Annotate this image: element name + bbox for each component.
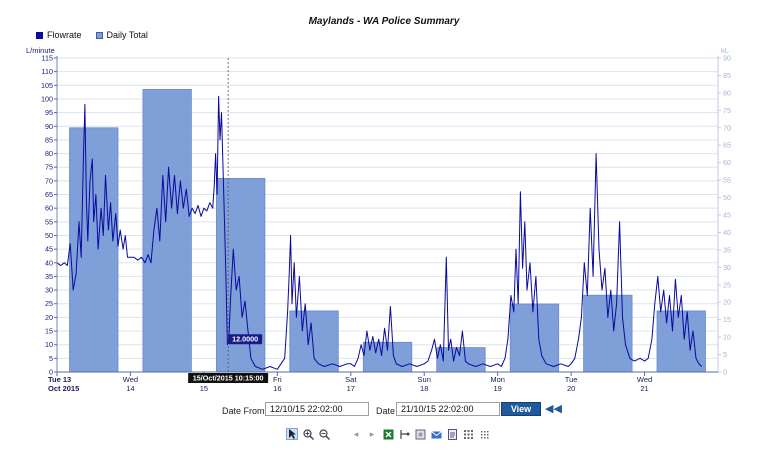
y-left-tick-label: 55	[45, 217, 53, 226]
chart-toolbar: ◂ ▸	[286, 427, 490, 441]
y-left-tick-label: 65	[45, 190, 53, 199]
y-right-tick-label: 75	[723, 106, 731, 115]
x-tick-label-date: 21	[640, 384, 648, 393]
legend: Flowrate Daily Total	[36, 30, 148, 40]
pointer-icon[interactable]	[286, 428, 298, 440]
y-left-tick-label: 10	[45, 340, 53, 349]
y-right-tick-label: 60	[723, 158, 731, 167]
crosshair-date-label: 15/Oct/2015 10:15:00	[193, 374, 264, 383]
daily-total-bar	[509, 303, 560, 373]
x-tick-label-day: Fri	[273, 375, 282, 384]
y-right-tick-label: 45	[723, 211, 731, 220]
y-right-tick-label: 5	[723, 350, 727, 359]
y-left-tick-label: 30	[45, 286, 53, 295]
y-right-tick-label: 50	[723, 193, 731, 202]
chart-title: Maylands - WA Police Summary	[308, 16, 460, 27]
connector-icon[interactable]	[398, 428, 410, 440]
legend-label-daily-total: Daily Total	[106, 30, 148, 40]
x-tick-label-date: 15	[200, 384, 208, 393]
zoom-out-icon[interactable]	[318, 428, 330, 440]
grid-icon[interactable]	[462, 428, 474, 440]
tooltip-value: 12.0000	[232, 335, 258, 344]
x-tick-label-day: Tue 13	[48, 375, 71, 384]
y-right-tick-label: 15	[723, 315, 731, 324]
y-left-tick-label: 50	[45, 231, 53, 240]
report-icon[interactable]	[446, 428, 458, 440]
prev-icon[interactable]: ◂	[350, 428, 362, 440]
x-tick-label-day: Sun	[418, 375, 431, 384]
y-left-tick-label: 110	[42, 67, 53, 76]
x-tick-label-date: 20	[567, 384, 575, 393]
y-right-tick-label: 35	[723, 245, 731, 254]
y-left-tick-label: 70	[45, 176, 53, 185]
x-tick-label-day: Tue	[565, 375, 578, 384]
y-right-tick-label: 55	[723, 176, 731, 185]
y-right-tick-label: 85	[723, 71, 731, 80]
excel-export-icon[interactable]	[382, 428, 394, 440]
x-tick-label-day: Sat	[345, 375, 357, 384]
y-left-tick-label: 75	[45, 163, 53, 172]
y-left-tick-label: 35	[45, 272, 53, 281]
daily-total-bar	[142, 89, 192, 373]
legend-item-daily-total[interactable]: Daily Total	[95, 30, 148, 40]
legend-label-flowrate: Flowrate	[47, 30, 82, 40]
y-left-tick-label: 45	[45, 245, 53, 254]
y-left-tick-label: 60	[45, 204, 53, 213]
x-tick-label-day: Wed	[123, 375, 138, 384]
y-left-axis-label: L/minute	[26, 46, 55, 55]
y-right-tick-label: 65	[723, 141, 731, 150]
date-from-label: Date From:	[222, 406, 268, 416]
print-preview-icon[interactable]	[414, 428, 426, 440]
y-right-tick-label: 30	[723, 263, 731, 272]
date-controls: Date From: 12/10/15 22:02:00 Date To: 21…	[0, 402, 768, 422]
daily-total-swatch	[95, 31, 103, 39]
y-right-tick-label: 70	[723, 123, 731, 132]
legend-item-flowrate[interactable]: Flowrate	[36, 30, 82, 40]
date-from-field[interactable]: 12/10/15 22:02:00	[265, 402, 369, 416]
grid-small-icon[interactable]	[478, 428, 490, 440]
x-tick-label-date: 16	[273, 384, 281, 393]
chart-canvas: 0 5 10 15 20 25 30 35 40 45 50 55 60 65 70 75 80 85 90 95 10…	[26, 46, 731, 393]
x-tick-label-date: Oct 2015	[48, 384, 79, 393]
y-left-tick-label: 100	[41, 94, 53, 103]
y-left-tick-label: 5	[49, 354, 53, 363]
x-tick-label-date: 14	[126, 384, 134, 393]
y-right-tick-label: 20	[723, 298, 731, 307]
y-left-tick-label: 20	[45, 313, 53, 322]
x-tick-label-date: 18	[420, 384, 428, 393]
zoom-in-icon[interactable]	[302, 428, 314, 440]
y-left-tick-label: 90	[45, 122, 53, 131]
view-button[interactable]: View	[501, 402, 541, 416]
x-tick-label-date: 17	[347, 384, 355, 393]
y-right-tick-label: 0	[723, 368, 727, 377]
y-left-tick-label: 105	[41, 81, 53, 90]
y-left-tick-label: 25	[45, 299, 53, 308]
y-right-tick-label: 40	[723, 228, 731, 237]
y-right-tick-label: 25	[723, 280, 731, 289]
y-left-tick-label: 85	[45, 135, 53, 144]
flowrate-swatch	[36, 31, 43, 39]
y-left-tick-label: 80	[45, 149, 53, 158]
x-tick-label-day: Mon	[490, 375, 505, 384]
x-tick-label-day: Wed	[637, 375, 652, 384]
y-right-tick-label: 10	[723, 333, 731, 342]
y-left-tick-label: 95	[45, 108, 53, 117]
daily-total-bars	[69, 89, 706, 373]
next-icon[interactable]: ▸	[366, 428, 378, 440]
daily-total-bar	[69, 127, 119, 373]
y-left-tick-label: 15	[45, 327, 53, 336]
daily-total-bar	[289, 310, 339, 373]
y-left-tick-label: 40	[45, 258, 53, 267]
x-tick-label-date: 19	[493, 384, 501, 393]
y-right-axis-label: kL	[721, 46, 729, 55]
rewind-icon[interactable]: ◀◀	[545, 402, 562, 416]
email-icon[interactable]	[430, 428, 442, 440]
daily-total-bar	[583, 294, 633, 373]
y-right-tick-label: 80	[723, 88, 731, 97]
date-to-field[interactable]: 21/10/15 22:02:00	[396, 402, 500, 416]
